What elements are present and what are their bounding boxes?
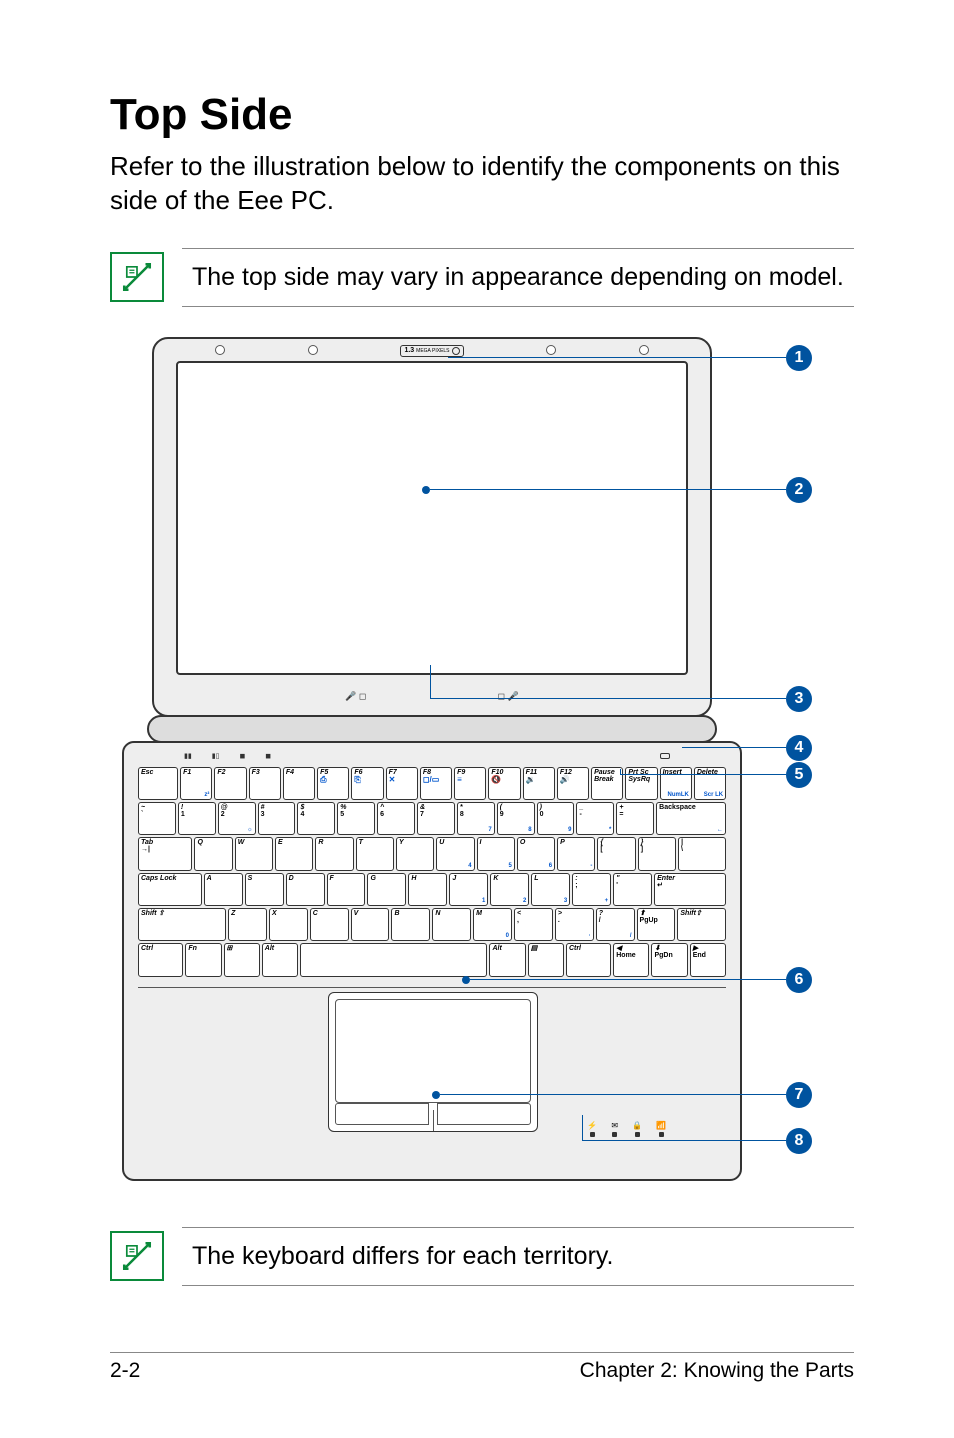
keyboard-key: ^6 <box>377 802 415 835</box>
keyboard-key: F10🔇 <box>488 767 520 800</box>
callout-1: 1 <box>786 345 812 371</box>
keyboard-key <box>300 943 487 976</box>
keyboard-key: F3 <box>249 767 281 800</box>
keyboard-key: H <box>408 873 447 906</box>
intro-text: Refer to the illustration below to ident… <box>110 150 854 218</box>
keyboard-key: U4 <box>436 837 474 870</box>
keyboard-key: B <box>391 908 430 941</box>
keyboard-key: Alt <box>262 943 298 976</box>
keyboard-key: V <box>351 908 390 941</box>
keyboard: EscF1z²F2F3F4F5⎙F6⎘F7✕F8◻/▭F9≡F10🔇F11🔉F1… <box>138 767 726 977</box>
keyboard-key: J1 <box>449 873 488 906</box>
note-top: The top side may vary in appearance depe… <box>110 248 854 307</box>
keyboard-key: F4 <box>283 767 315 800</box>
note-bottom-text: The keyboard differs for each territory. <box>182 1227 854 1286</box>
keyboard-key: "' <box>613 873 652 906</box>
keyboard-key: F2 <box>214 767 246 800</box>
keyboard-key: L3 <box>531 873 570 906</box>
keyboard-key: F12🔊 <box>557 767 589 800</box>
keyboard-key: F11🔉 <box>523 767 555 800</box>
keyboard-key: Caps Lock <box>138 873 202 906</box>
keyboard-key: N <box>432 908 471 941</box>
keyboard-key: @2☼ <box>218 802 256 835</box>
keyboard-key: Q <box>194 837 232 870</box>
keyboard-key: F7✕ <box>386 767 418 800</box>
keyboard-key: W <box>235 837 273 870</box>
note-icon <box>110 252 164 302</box>
callout-6: 6 <box>786 967 812 993</box>
power-button <box>660 753 670 759</box>
page-heading: Top Side <box>110 90 854 140</box>
keyboard-key: Shift ⇧ <box>138 908 226 941</box>
keyboard-key: Tab→| <box>138 837 192 870</box>
callout-7: 7 <box>786 1082 812 1108</box>
keyboard-key: F5⎙ <box>317 767 349 800</box>
keyboard-key: Z <box>228 908 267 941</box>
callout-3: 3 <box>786 686 812 712</box>
keyboard-key: D <box>286 873 325 906</box>
mic-left-icon: 🎤 ◻ <box>345 691 366 702</box>
keyboard-key: R <box>315 837 353 870</box>
keyboard-key: Fn <box>185 943 221 976</box>
laptop-diagram: 1.3MEGA PIXELS 🎤 ◻ ◻ 🎤 ▮▮▮▯◼◼ <box>122 337 842 1207</box>
keyboard-key: >.· <box>555 908 594 941</box>
keyboard-key: !1 <box>178 802 216 835</box>
keyboard-key: |\ <box>678 837 726 870</box>
keyboard-key: F1z² <box>180 767 212 800</box>
keyboard-key: M0 <box>473 908 512 941</box>
keyboard-key: Esc <box>138 767 178 800</box>
keyboard-key: _-* <box>576 802 614 835</box>
touchpad-left-button <box>335 1103 429 1125</box>
keyboard-key: Pause Break <box>591 767 623 800</box>
callout-2: 2 <box>786 477 812 503</box>
keyboard-key: :;+ <box>572 873 611 906</box>
note-icon <box>110 1231 164 1281</box>
keyboard-key: }] <box>638 837 676 870</box>
keyboard-key: ~` <box>138 802 176 835</box>
note-top-text: The top side may vary in appearance depe… <box>182 248 854 307</box>
keyboard-key: F9≡ <box>454 767 486 800</box>
note-bottom: The keyboard differs for each territory. <box>110 1227 854 1286</box>
keyboard-key: ⬆PgUp <box>637 908 676 941</box>
keyboard-key: G <box>367 873 406 906</box>
callout-4: 4 <box>786 735 812 761</box>
keyboard-key: X <box>269 908 308 941</box>
keyboard-key: &7 <box>417 802 455 835</box>
keyboard-key: A <box>204 873 243 906</box>
keyboard-key: K2 <box>490 873 529 906</box>
display-panel <box>176 361 688 675</box>
page-number: 2-2 <box>110 1359 140 1383</box>
keyboard-key: I5 <box>477 837 515 870</box>
keyboard-key: (98 <box>497 802 535 835</box>
keyboard-key: ?// <box>596 908 635 941</box>
keyboard-key: #3 <box>258 802 296 835</box>
keyboard-key: *87 <box>457 802 495 835</box>
keyboard-key: Ctrl <box>138 943 183 976</box>
keyboard-key: Shift⇧ <box>677 908 726 941</box>
keyboard-key: F6⎘ <box>351 767 383 800</box>
keyboard-key: F <box>327 873 366 906</box>
chapter-label: Chapter 2: Knowing the Parts <box>580 1359 854 1383</box>
keyboard-key: <, <box>514 908 553 941</box>
keyboard-key: Y <box>396 837 434 870</box>
keyboard-key: $4 <box>297 802 335 835</box>
keyboard-key: %5 <box>337 802 375 835</box>
keyboard-key: )09 <box>537 802 575 835</box>
callout-8: 8 <box>786 1128 812 1154</box>
keyboard-key: C <box>310 908 349 941</box>
keyboard-key: E <box>275 837 313 870</box>
keyboard-key: T <box>356 837 394 870</box>
keyboard-key: O6 <box>517 837 555 870</box>
touchpad <box>328 992 538 1132</box>
keyboard-key: S <box>245 873 284 906</box>
keyboard-key: += <box>616 802 654 835</box>
keyboard-key: Enter↵ <box>654 873 726 906</box>
keyboard-key: F8◻/▭ <box>420 767 452 800</box>
keyboard-key: {[ <box>597 837 635 870</box>
keyboard-key: ⊞ <box>224 943 260 976</box>
keyboard-key: Backspace← <box>656 802 726 835</box>
callout-5: 5 <box>786 762 812 788</box>
keyboard-key: P- <box>557 837 595 870</box>
